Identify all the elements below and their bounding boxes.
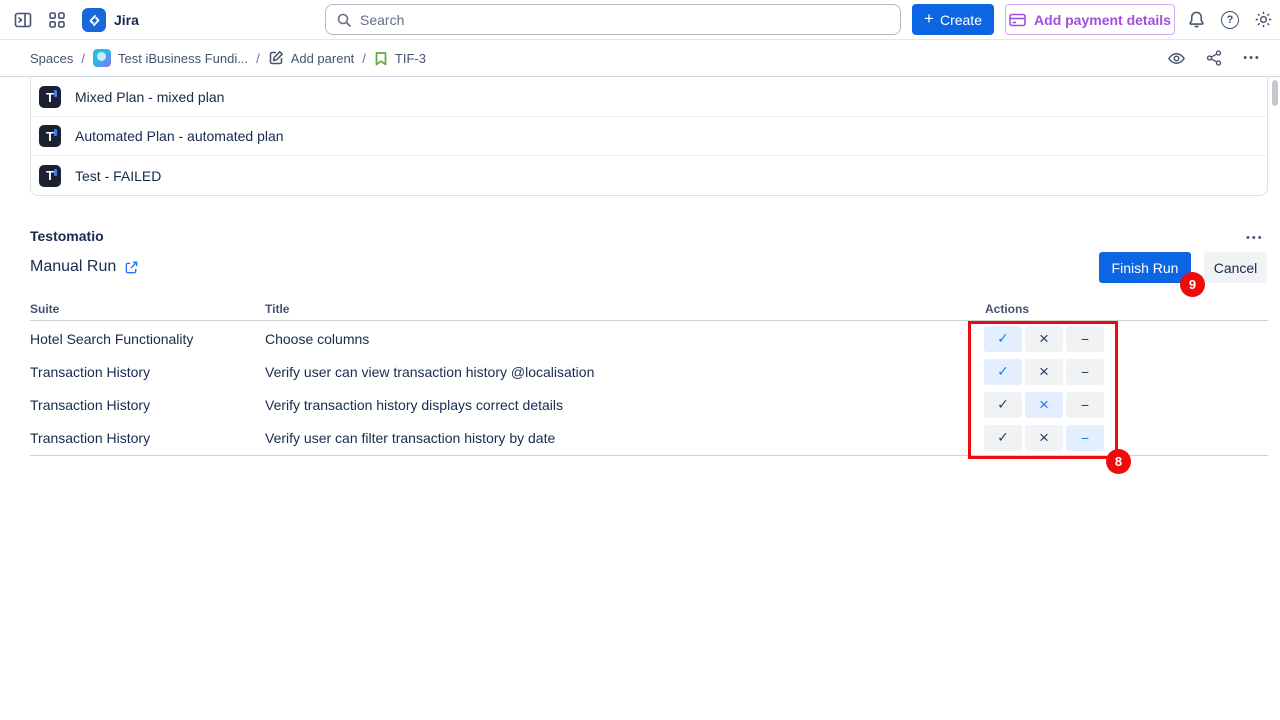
plus-icon: + xyxy=(924,9,934,29)
table-row: Transaction History Verify user can filt… xyxy=(0,421,1280,454)
mark-skipped-button[interactable]: − xyxy=(1066,392,1104,418)
create-button[interactable]: + Create xyxy=(912,4,994,35)
more-actions-icon[interactable]: ••• xyxy=(1236,44,1268,72)
column-header-suite: Suite xyxy=(30,302,59,316)
run-title: Manual Run xyxy=(30,258,139,276)
table-bottom-divider xyxy=(30,455,1268,456)
scrollbar-thumb[interactable] xyxy=(1272,80,1278,106)
bookmark-icon xyxy=(374,51,388,66)
plan-list-item[interactable]: T Automated Plan - automated plan xyxy=(31,117,1267,156)
mark-skipped-button[interactable]: − xyxy=(1066,326,1104,352)
breadcrumb-issue[interactable]: TIF-3 xyxy=(374,51,426,66)
project-avatar xyxy=(93,49,111,67)
plan-label: Automated Plan - automated plan xyxy=(75,128,284,144)
mark-passed-button[interactable]: ✓ xyxy=(984,392,1022,418)
annotation-badge-8: 8 xyxy=(1106,449,1131,474)
section-more-icon[interactable]: ••• xyxy=(1246,228,1264,246)
search-bar[interactable] xyxy=(325,4,901,35)
row-actions: ✓ × − xyxy=(984,326,1104,352)
help-icon[interactable]: ? xyxy=(1216,6,1244,34)
mark-failed-button[interactable]: × xyxy=(1025,359,1063,385)
breadcrumb-project[interactable]: Test iBusiness Fundi... xyxy=(93,49,248,67)
mark-failed-button[interactable]: × xyxy=(1025,392,1063,418)
app-name: Jira xyxy=(114,12,139,28)
row-actions: ✓ × − xyxy=(984,359,1104,385)
testomatio-section-title: Testomatio xyxy=(30,228,104,244)
breadcrumb-spaces[interactable]: Spaces xyxy=(30,51,73,66)
table-row: Transaction History Verify transaction h… xyxy=(0,388,1280,421)
mark-skipped-button[interactable]: − xyxy=(1066,359,1104,385)
external-link-icon[interactable] xyxy=(124,260,139,275)
testomatio-plan-icon: T xyxy=(39,86,61,108)
sidebar-toggle-icon[interactable] xyxy=(9,6,37,34)
jira-window: Jira + Create Add payment details xyxy=(0,0,1280,720)
top-navigation-bar: Jira + Create Add payment details xyxy=(0,0,1280,40)
table-header-divider xyxy=(30,320,1268,321)
jira-logo[interactable] xyxy=(82,8,106,32)
settings-gear-icon[interactable] xyxy=(1249,6,1277,34)
suite-cell: Transaction History xyxy=(30,397,150,413)
column-header-actions: Actions xyxy=(985,302,1029,316)
mark-skipped-button[interactable]: − xyxy=(1066,425,1104,451)
column-header-title: Title xyxy=(265,302,289,316)
share-icon[interactable] xyxy=(1198,44,1230,72)
search-input[interactable] xyxy=(360,12,890,28)
title-cell: Choose columns xyxy=(265,331,369,347)
mark-passed-button[interactable]: ✓ xyxy=(984,425,1022,451)
row-actions: ✓ × − xyxy=(984,425,1104,451)
plan-list-item[interactable]: T Test - FAILED xyxy=(31,156,1267,195)
cancel-button[interactable]: Cancel xyxy=(1204,252,1267,283)
title-cell: Verify user can filter transaction histo… xyxy=(265,430,555,446)
mark-failed-button[interactable]: × xyxy=(1025,326,1063,352)
title-cell: Verify transaction history displays corr… xyxy=(265,397,563,413)
testomatio-plan-icon: T xyxy=(39,165,61,187)
watch-eye-icon[interactable] xyxy=(1160,44,1192,72)
row-actions: ✓ × − xyxy=(984,392,1104,418)
suite-cell: Transaction History xyxy=(30,430,150,446)
mark-failed-button[interactable]: × xyxy=(1025,425,1063,451)
suite-cell: Transaction History xyxy=(30,364,150,380)
suite-cell: Hotel Search Functionality xyxy=(30,331,193,347)
breadcrumb-add-parent[interactable]: Add parent xyxy=(268,50,355,66)
search-icon xyxy=(336,12,352,28)
mark-passed-button[interactable]: ✓ xyxy=(984,359,1022,385)
title-cell: Verify user can view transaction history… xyxy=(265,364,594,380)
test-plans-card: T Mixed Plan - mixed plan T Automated Pl… xyxy=(30,78,1268,196)
add-payment-details-button[interactable]: Add payment details xyxy=(1005,4,1175,35)
plan-list-item[interactable]: T Mixed Plan - mixed plan xyxy=(31,78,1267,117)
edit-icon xyxy=(268,50,284,66)
plan-label: Test - FAILED xyxy=(75,168,161,184)
table-row: Transaction History Verify user can view… xyxy=(0,355,1280,388)
app-switcher-icon[interactable] xyxy=(43,6,71,34)
finish-run-button[interactable]: Finish Run xyxy=(1099,252,1191,283)
table-row: Hotel Search Functionality Choose column… xyxy=(0,322,1280,355)
credit-card-icon xyxy=(1009,13,1026,27)
notifications-icon[interactable] xyxy=(1182,6,1210,34)
breadcrumb: Spaces / Test iBusiness Fundi... / Add p… xyxy=(0,40,1280,77)
mark-passed-button[interactable]: ✓ xyxy=(984,326,1022,352)
testomatio-plan-icon: T xyxy=(39,125,61,147)
plan-label: Mixed Plan - mixed plan xyxy=(75,89,224,105)
annotation-badge-9: 9 xyxy=(1180,272,1205,297)
